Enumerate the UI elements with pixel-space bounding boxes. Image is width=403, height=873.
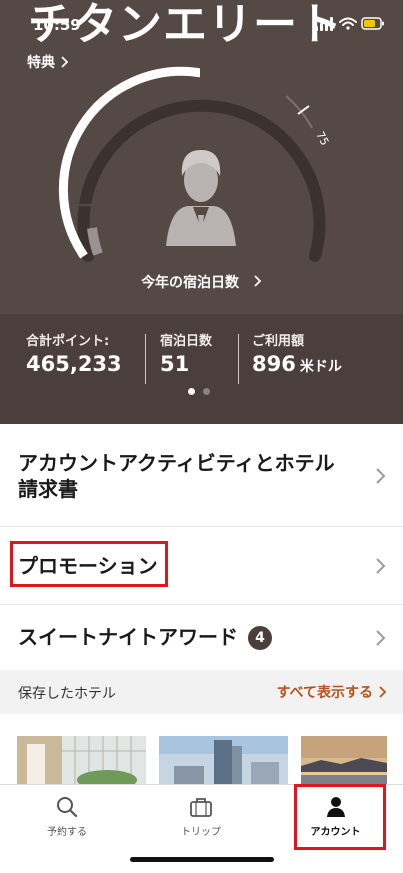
saved-hotels-title: 保存したホテル bbox=[18, 686, 116, 702]
nights-link-label: 今年の宿泊日数 bbox=[141, 275, 240, 291]
see-all-label: すべて表示する bbox=[276, 685, 373, 701]
stat-value: 896 米ドル bbox=[252, 352, 342, 376]
menu-account-activity[interactable]: アカウントアクティビティとホテル 請求書 bbox=[0, 424, 403, 527]
nights-this-year-link[interactable]: 今年の宿泊日数 bbox=[0, 272, 403, 292]
tab-trips[interactable]: トリップ bbox=[134, 785, 268, 845]
stat-nights: 宿泊日数 51 bbox=[160, 330, 212, 376]
see-all-link[interactable]: すべて表示する bbox=[277, 682, 387, 702]
menu-suite-night-awards[interactable]: スイートナイトアワード 4 bbox=[0, 605, 403, 670]
saved-hotels-header: 保存したホテル すべて表示する bbox=[0, 670, 403, 714]
stats-band: 合計ポイント: 465,233 宿泊日数 51 ご利用額 896 米ドル bbox=[0, 314, 403, 424]
highlight-promotions bbox=[10, 541, 168, 587]
suitcase-icon bbox=[190, 798, 212, 817]
saved-hotel-thumbnail[interactable] bbox=[301, 736, 387, 786]
tab-reserve[interactable]: 予約する bbox=[0, 785, 134, 845]
chevron-right-icon bbox=[379, 686, 387, 698]
page-indicator[interactable] bbox=[188, 388, 210, 395]
wifi-icon bbox=[339, 17, 357, 30]
signal-icon bbox=[315, 17, 333, 31]
nights-gauge: 75 bbox=[58, 66, 331, 262]
account-hero: チタンエリート 10:59 特典 75 今年の宿泊日数 合計ポイント: 465,… bbox=[0, 0, 403, 424]
stat-value: 51 bbox=[160, 352, 190, 376]
menu-label: スイートナイトアワード 4 bbox=[18, 624, 272, 650]
stat-value: 465,233 bbox=[26, 352, 122, 376]
stat-divider bbox=[238, 334, 239, 384]
count-badge: 4 bbox=[248, 626, 272, 650]
stat-spend: ご利用額 896 米ドル bbox=[252, 330, 342, 376]
battery-icon bbox=[361, 17, 384, 30]
currency-unit: 米ドル bbox=[299, 359, 342, 375]
page-dot[interactable] bbox=[203, 388, 210, 395]
tab-label: トリップ bbox=[181, 827, 221, 838]
stat-total-points: 合計ポイント: 465,233 bbox=[26, 330, 122, 376]
stat-label: 宿泊日数 bbox=[160, 334, 213, 349]
highlight-account-tab bbox=[294, 784, 386, 850]
gauge-lower-segment bbox=[87, 227, 103, 256]
member-avatar-icon bbox=[166, 150, 236, 246]
saved-hotel-thumbnail[interactable] bbox=[159, 736, 288, 786]
tab-label: 予約する bbox=[47, 827, 87, 838]
saved-hotel-thumbnail[interactable] bbox=[17, 736, 146, 786]
status-icons bbox=[315, 17, 384, 31]
stat-divider bbox=[145, 334, 146, 384]
gauge-marker-label: 75 bbox=[313, 129, 331, 147]
stat-label: 合計ポイント: bbox=[26, 334, 110, 349]
page-dot-active[interactable] bbox=[188, 388, 195, 395]
search-icon bbox=[57, 797, 78, 818]
menu-label: アカウントアクティビティとホテル 請求書 bbox=[18, 451, 335, 501]
chevron-right-icon bbox=[376, 468, 386, 484]
chevron-right-icon bbox=[254, 275, 262, 287]
stat-label: ご利用額 bbox=[252, 334, 305, 349]
home-indicator bbox=[130, 857, 274, 862]
chevron-right-icon bbox=[376, 558, 386, 574]
status-time: 10:59 bbox=[33, 16, 81, 34]
chevron-right-icon bbox=[376, 630, 386, 646]
